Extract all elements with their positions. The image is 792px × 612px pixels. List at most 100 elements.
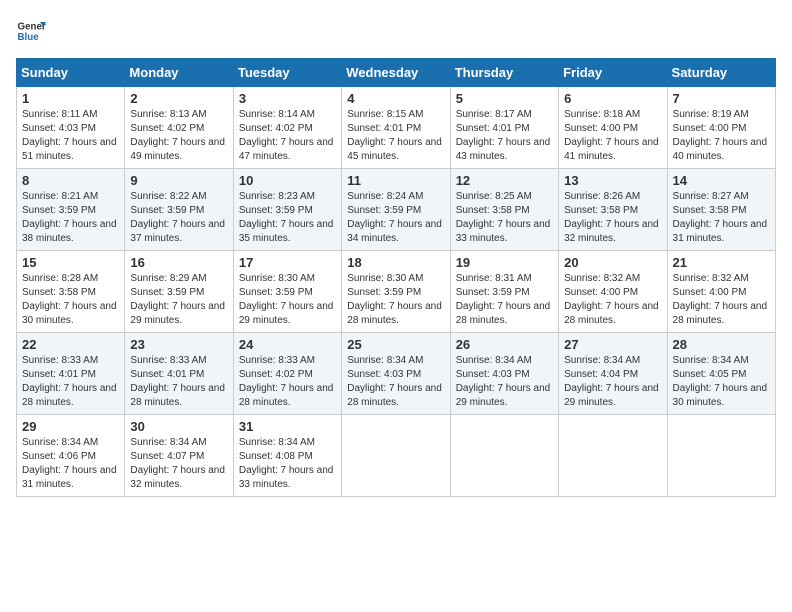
- calendar-cell: 30 Sunrise: 8:34 AM Sunset: 4:07 PM Dayl…: [125, 415, 233, 497]
- day-info: Sunrise: 8:29 AM Sunset: 3:59 PM Dayligh…: [130, 272, 227, 328]
- calendar-cell: [450, 415, 558, 497]
- day-info: Sunrise: 8:13 AM Sunset: 4:02 PM Dayligh…: [130, 108, 227, 164]
- calendar-cell: 15 Sunrise: 8:28 AM Sunset: 3:58 PM Dayl…: [17, 251, 125, 333]
- calendar-cell: 19 Sunrise: 8:31 AM Sunset: 3:59 PM Dayl…: [450, 251, 558, 333]
- header: General Blue: [16, 16, 776, 46]
- calendar-cell: 20 Sunrise: 8:32 AM Sunset: 4:00 PM Dayl…: [559, 251, 667, 333]
- day-info: Sunrise: 8:34 AM Sunset: 4:03 PM Dayligh…: [456, 354, 553, 410]
- day-header-tuesday: Tuesday: [233, 59, 341, 87]
- calendar-cell: 14 Sunrise: 8:27 AM Sunset: 3:58 PM Dayl…: [667, 169, 775, 251]
- day-info: Sunrise: 8:24 AM Sunset: 3:59 PM Dayligh…: [347, 190, 444, 246]
- day-number: 26: [456, 337, 553, 352]
- day-info: Sunrise: 8:30 AM Sunset: 3:59 PM Dayligh…: [347, 272, 444, 328]
- calendar-cell: 9 Sunrise: 8:22 AM Sunset: 3:59 PM Dayli…: [125, 169, 233, 251]
- day-number: 3: [239, 91, 336, 106]
- day-number: 14: [673, 173, 770, 188]
- day-number: 9: [130, 173, 227, 188]
- day-number: 17: [239, 255, 336, 270]
- day-number: 30: [130, 419, 227, 434]
- day-info: Sunrise: 8:34 AM Sunset: 4:04 PM Dayligh…: [564, 354, 661, 410]
- day-info: Sunrise: 8:11 AM Sunset: 4:03 PM Dayligh…: [22, 108, 119, 164]
- day-info: Sunrise: 8:32 AM Sunset: 4:00 PM Dayligh…: [673, 272, 770, 328]
- day-header-monday: Monday: [125, 59, 233, 87]
- day-number: 15: [22, 255, 119, 270]
- day-info: Sunrise: 8:19 AM Sunset: 4:00 PM Dayligh…: [673, 108, 770, 164]
- day-number: 5: [456, 91, 553, 106]
- day-number: 7: [673, 91, 770, 106]
- day-number: 29: [22, 419, 119, 434]
- calendar-cell: 31 Sunrise: 8:34 AM Sunset: 4:08 PM Dayl…: [233, 415, 341, 497]
- calendar-cell: 8 Sunrise: 8:21 AM Sunset: 3:59 PM Dayli…: [17, 169, 125, 251]
- calendar-cell: 12 Sunrise: 8:25 AM Sunset: 3:58 PM Dayl…: [450, 169, 558, 251]
- week-row-2: 8 Sunrise: 8:21 AM Sunset: 3:59 PM Dayli…: [17, 169, 776, 251]
- day-number: 21: [673, 255, 770, 270]
- day-number: 6: [564, 91, 661, 106]
- day-number: 12: [456, 173, 553, 188]
- day-number: 16: [130, 255, 227, 270]
- day-info: Sunrise: 8:34 AM Sunset: 4:06 PM Dayligh…: [22, 436, 119, 492]
- calendar-cell: 2 Sunrise: 8:13 AM Sunset: 4:02 PM Dayli…: [125, 87, 233, 169]
- week-row-3: 15 Sunrise: 8:28 AM Sunset: 3:58 PM Dayl…: [17, 251, 776, 333]
- day-info: Sunrise: 8:26 AM Sunset: 3:58 PM Dayligh…: [564, 190, 661, 246]
- calendar-cell: 13 Sunrise: 8:26 AM Sunset: 3:58 PM Dayl…: [559, 169, 667, 251]
- day-number: 24: [239, 337, 336, 352]
- calendar-header-row: SundayMondayTuesdayWednesdayThursdayFrid…: [17, 59, 776, 87]
- calendar-cell: 29 Sunrise: 8:34 AM Sunset: 4:06 PM Dayl…: [17, 415, 125, 497]
- calendar-cell: 4 Sunrise: 8:15 AM Sunset: 4:01 PM Dayli…: [342, 87, 450, 169]
- day-info: Sunrise: 8:22 AM Sunset: 3:59 PM Dayligh…: [130, 190, 227, 246]
- day-info: Sunrise: 8:34 AM Sunset: 4:03 PM Dayligh…: [347, 354, 444, 410]
- day-header-sunday: Sunday: [17, 59, 125, 87]
- calendar-cell: 22 Sunrise: 8:33 AM Sunset: 4:01 PM Dayl…: [17, 333, 125, 415]
- calendar-cell: 21 Sunrise: 8:32 AM Sunset: 4:00 PM Dayl…: [667, 251, 775, 333]
- day-number: 19: [456, 255, 553, 270]
- calendar-cell: [559, 415, 667, 497]
- day-number: 11: [347, 173, 444, 188]
- day-info: Sunrise: 8:30 AM Sunset: 3:59 PM Dayligh…: [239, 272, 336, 328]
- day-info: Sunrise: 8:28 AM Sunset: 3:58 PM Dayligh…: [22, 272, 119, 328]
- calendar-cell: 3 Sunrise: 8:14 AM Sunset: 4:02 PM Dayli…: [233, 87, 341, 169]
- day-number: 18: [347, 255, 444, 270]
- calendar-cell: 26 Sunrise: 8:34 AM Sunset: 4:03 PM Dayl…: [450, 333, 558, 415]
- day-info: Sunrise: 8:21 AM Sunset: 3:59 PM Dayligh…: [22, 190, 119, 246]
- day-header-wednesday: Wednesday: [342, 59, 450, 87]
- day-number: 2: [130, 91, 227, 106]
- day-number: 27: [564, 337, 661, 352]
- calendar-cell: 1 Sunrise: 8:11 AM Sunset: 4:03 PM Dayli…: [17, 87, 125, 169]
- day-number: 23: [130, 337, 227, 352]
- day-info: Sunrise: 8:27 AM Sunset: 3:58 PM Dayligh…: [673, 190, 770, 246]
- day-info: Sunrise: 8:17 AM Sunset: 4:01 PM Dayligh…: [456, 108, 553, 164]
- calendar-table: SundayMondayTuesdayWednesdayThursdayFrid…: [16, 58, 776, 497]
- calendar-cell: 7 Sunrise: 8:19 AM Sunset: 4:00 PM Dayli…: [667, 87, 775, 169]
- day-info: Sunrise: 8:14 AM Sunset: 4:02 PM Dayligh…: [239, 108, 336, 164]
- day-info: Sunrise: 8:18 AM Sunset: 4:00 PM Dayligh…: [564, 108, 661, 164]
- calendar-cell: 16 Sunrise: 8:29 AM Sunset: 3:59 PM Dayl…: [125, 251, 233, 333]
- day-number: 28: [673, 337, 770, 352]
- day-info: Sunrise: 8:31 AM Sunset: 3:59 PM Dayligh…: [456, 272, 553, 328]
- calendar-cell: 6 Sunrise: 8:18 AM Sunset: 4:00 PM Dayli…: [559, 87, 667, 169]
- week-row-4: 22 Sunrise: 8:33 AM Sunset: 4:01 PM Dayl…: [17, 333, 776, 415]
- calendar-cell: 10 Sunrise: 8:23 AM Sunset: 3:59 PM Dayl…: [233, 169, 341, 251]
- day-number: 4: [347, 91, 444, 106]
- day-number: 31: [239, 419, 336, 434]
- day-info: Sunrise: 8:15 AM Sunset: 4:01 PM Dayligh…: [347, 108, 444, 164]
- calendar-cell: 11 Sunrise: 8:24 AM Sunset: 3:59 PM Dayl…: [342, 169, 450, 251]
- logo-icon: General Blue: [16, 16, 46, 46]
- calendar-cell: [342, 415, 450, 497]
- calendar-body: 1 Sunrise: 8:11 AM Sunset: 4:03 PM Dayli…: [17, 87, 776, 497]
- day-number: 1: [22, 91, 119, 106]
- day-number: 8: [22, 173, 119, 188]
- calendar-cell: 5 Sunrise: 8:17 AM Sunset: 4:01 PM Dayli…: [450, 87, 558, 169]
- day-number: 20: [564, 255, 661, 270]
- calendar-cell: 17 Sunrise: 8:30 AM Sunset: 3:59 PM Dayl…: [233, 251, 341, 333]
- day-number: 22: [22, 337, 119, 352]
- day-info: Sunrise: 8:34 AM Sunset: 4:07 PM Dayligh…: [130, 436, 227, 492]
- day-info: Sunrise: 8:32 AM Sunset: 4:00 PM Dayligh…: [564, 272, 661, 328]
- day-info: Sunrise: 8:25 AM Sunset: 3:58 PM Dayligh…: [456, 190, 553, 246]
- day-header-friday: Friday: [559, 59, 667, 87]
- week-row-5: 29 Sunrise: 8:34 AM Sunset: 4:06 PM Dayl…: [17, 415, 776, 497]
- calendar-cell: 18 Sunrise: 8:30 AM Sunset: 3:59 PM Dayl…: [342, 251, 450, 333]
- day-info: Sunrise: 8:34 AM Sunset: 4:05 PM Dayligh…: [673, 354, 770, 410]
- calendar-cell: 24 Sunrise: 8:33 AM Sunset: 4:02 PM Dayl…: [233, 333, 341, 415]
- svg-text:Blue: Blue: [18, 32, 40, 43]
- calendar-cell: 23 Sunrise: 8:33 AM Sunset: 4:01 PM Dayl…: [125, 333, 233, 415]
